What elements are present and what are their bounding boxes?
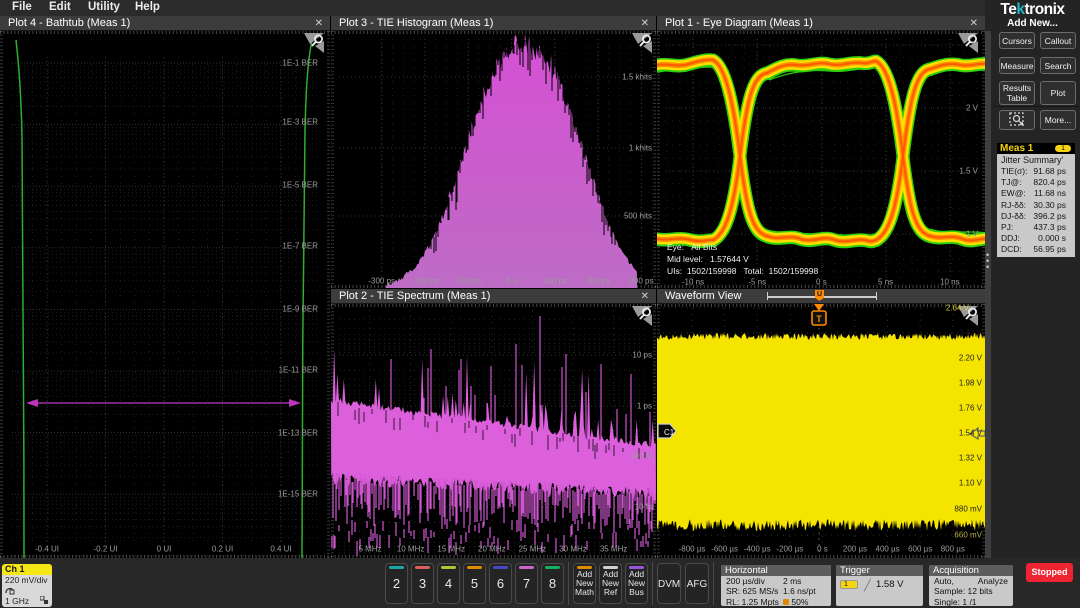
svg-text:UIs: 1502/159998 Total: 15: UIs: 1502/159998 Total: 1502/159998 — [667, 266, 819, 276]
svg-text:Mid level: 1.57644 V: Mid level: 1.57644 V — [667, 254, 749, 264]
svg-text:Eye: All Bits: Eye: All Bits — [667, 242, 717, 252]
svg-text:C1: C1 — [664, 428, 675, 437]
svg-text:T: T — [816, 314, 822, 324]
